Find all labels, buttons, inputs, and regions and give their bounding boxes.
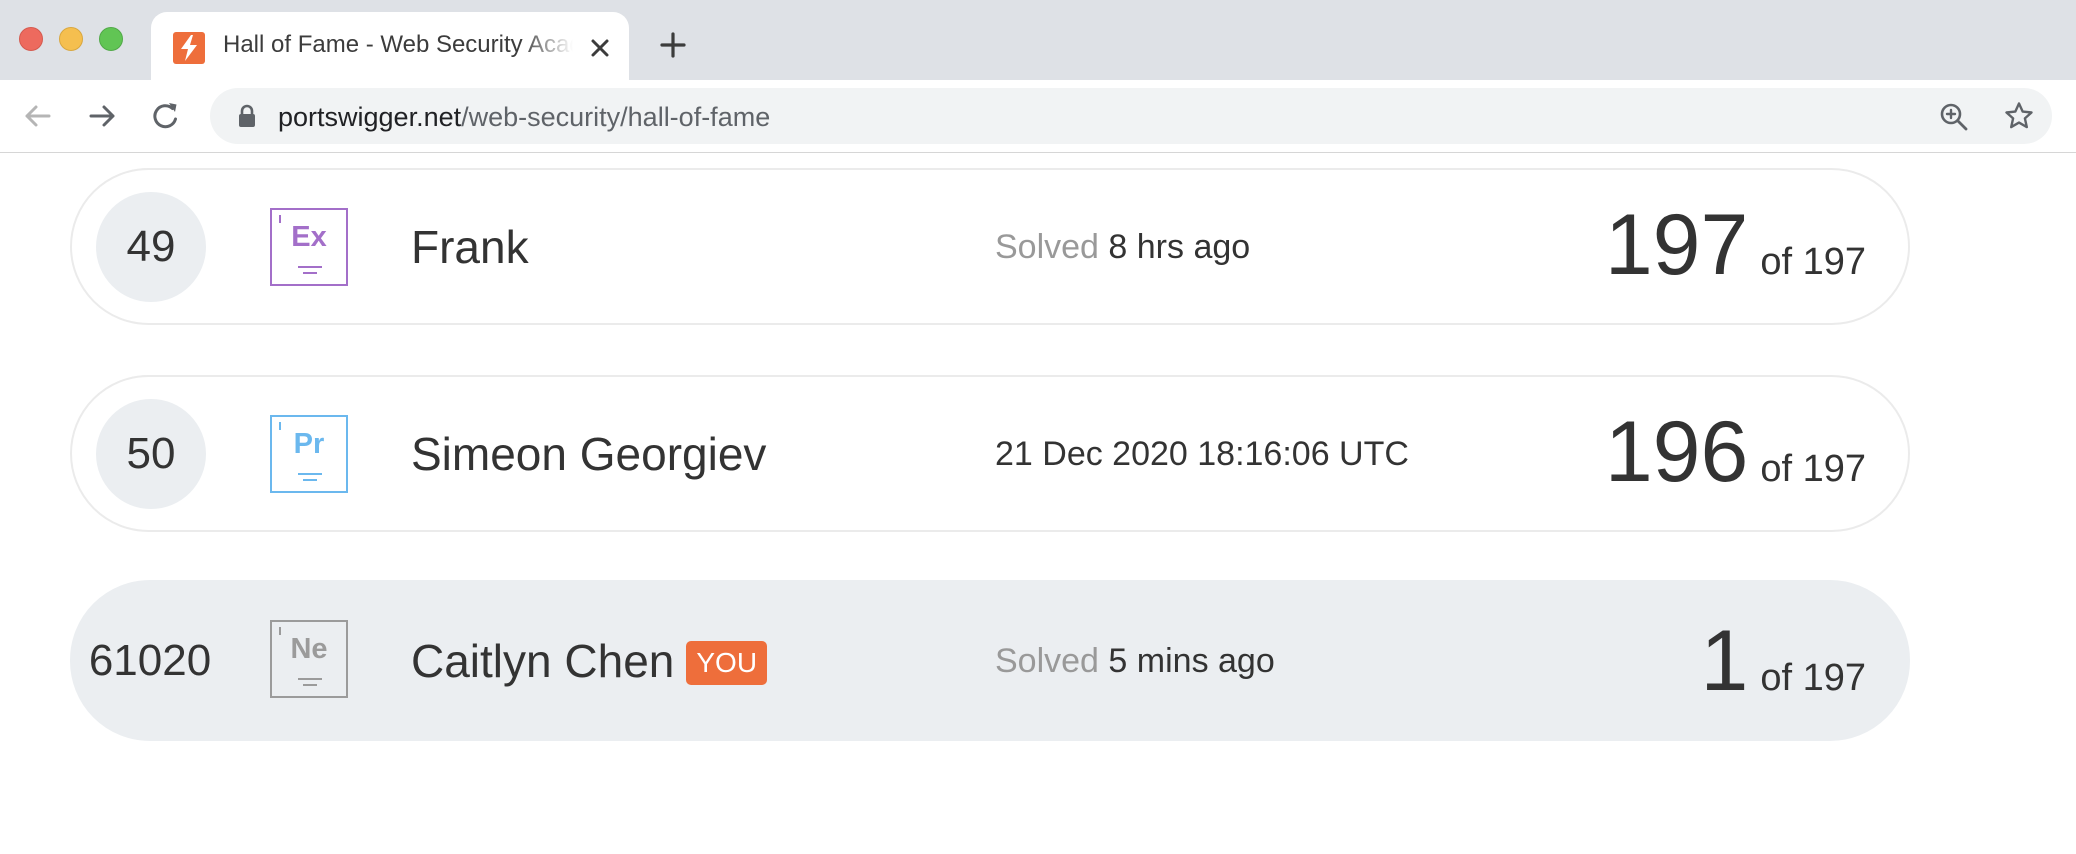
url-path: /web-security/hall-of-fame xyxy=(461,102,771,132)
solved-time: Solved 5 mins ago xyxy=(995,642,1275,681)
solved-value: 5 mins ago xyxy=(1108,642,1275,680)
level-symbol: Pr xyxy=(293,428,325,460)
leaderboard-row: 49 Ex Frank Solved 8 hrs ago 197 of 197 xyxy=(70,168,1910,325)
forward-icon[interactable] xyxy=(84,98,120,134)
score-total: of 197 xyxy=(1760,657,1866,699)
tab-title: Hall of Fame - Web Security Academy xyxy=(223,31,573,58)
rank-badge: 61020 xyxy=(88,636,212,685)
hall-of-fame-leaderboard: 49 Ex Frank Solved 8 hrs ago 197 of 197 5… xyxy=(0,154,2076,854)
portswigger-icon xyxy=(173,32,205,64)
level-symbol: Ex xyxy=(291,221,327,253)
rank-badge: 50 xyxy=(96,399,206,509)
rank-badge: 49 xyxy=(96,192,206,302)
score-value: 196 xyxy=(1604,404,1749,500)
reload-icon[interactable] xyxy=(148,98,184,134)
zoom-in-icon[interactable] xyxy=(1938,101,1970,133)
lock-icon[interactable] xyxy=(236,104,258,128)
solved-time: 21 Dec 2020 18:16:06 UTC xyxy=(995,435,1409,474)
score: 1 of 197 xyxy=(1701,612,1867,711)
solved-label: Solved xyxy=(995,642,1099,680)
score-total: of 197 xyxy=(1760,448,1866,490)
maximize-window-button[interactable] xyxy=(99,27,123,51)
user-name: Caitlyn Chen xyxy=(411,635,675,687)
leaderboard-row-current-user: 61020 Ne Caitlyn Chen YOU Solved 5 mins a… xyxy=(70,580,1910,741)
back-icon[interactable] xyxy=(20,98,56,134)
level-symbol: Ne xyxy=(290,633,328,665)
bookmark-star-icon[interactable] xyxy=(2003,100,2035,132)
url-text[interactable]: portswigger.net/web-security/hall-of-fam… xyxy=(278,102,770,133)
browser-tab[interactable]: Hall of Fame - Web Security Academy xyxy=(151,12,629,80)
solved-label: Solved xyxy=(995,228,1099,266)
url-host: portswigger.net xyxy=(278,102,462,132)
solved-value: 8 hrs ago xyxy=(1108,228,1251,266)
score-total: of 197 xyxy=(1760,241,1866,283)
leaderboard-row: 50 Pr Simeon Georgiev 21 Dec 2020 18:16:… xyxy=(70,375,1910,532)
minimize-window-button[interactable] xyxy=(59,27,83,51)
close-window-button[interactable] xyxy=(19,27,43,51)
browser-toolbar: portswigger.net/web-security/hall-of-fam… xyxy=(0,80,2076,153)
you-badge: YOU xyxy=(686,641,768,685)
score: 197 of 197 xyxy=(1605,196,1866,295)
tab-strip: Hall of Fame - Web Security Academy xyxy=(0,0,2076,80)
level-newcomer-icon: Ne xyxy=(270,620,348,698)
score-value: 197 xyxy=(1604,197,1749,293)
user-name-row: Caitlyn Chen YOU xyxy=(411,634,768,688)
user-name: Simeon Georgiev xyxy=(411,428,767,480)
score-value: 1 xyxy=(1700,613,1749,709)
level-practitioner-icon: Pr xyxy=(270,415,348,493)
user-name: Frank xyxy=(411,221,529,273)
level-expert-icon: Ex xyxy=(270,208,348,286)
score: 196 of 197 xyxy=(1605,403,1866,502)
solved-value: 21 Dec 2020 18:16:06 UTC xyxy=(995,435,1409,473)
address-bar[interactable]: portswigger.net/web-security/hall-of-fam… xyxy=(210,88,2052,144)
solved-time: Solved 8 hrs ago xyxy=(995,228,1250,267)
close-icon[interactable] xyxy=(584,32,616,64)
new-tab-icon[interactable] xyxy=(657,29,689,61)
